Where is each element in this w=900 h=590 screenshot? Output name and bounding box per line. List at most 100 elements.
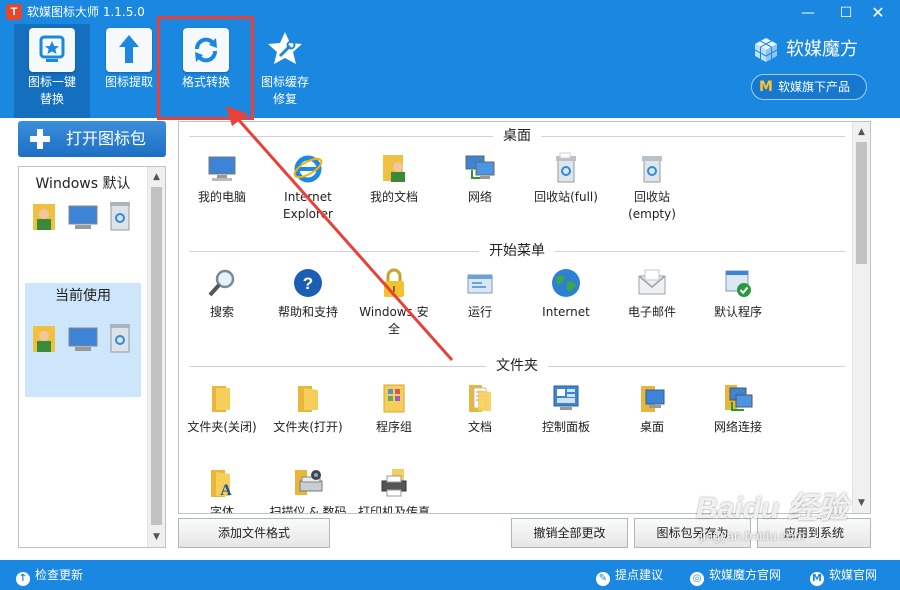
status-bar: ↑ 检查更新 ✎ 提点建议 ◎ 软媒魔方官网 M 软媒官网 (0, 560, 900, 590)
icon-item-my-computer[interactable]: 我的电脑 (182, 152, 262, 224)
computer-icon (208, 156, 236, 181)
desktop-folder-icon (641, 386, 665, 412)
brand-name: 软媒魔方 (786, 39, 858, 60)
icon-name: 桌面 (639, 420, 664, 434)
maximize-button[interactable]: ☐ (832, 2, 860, 24)
icon-item-desktop[interactable]: 桌面 (612, 382, 692, 454)
email-icon (638, 269, 666, 295)
scroll-up-arrow-icon[interactable]: ▲ (853, 124, 870, 140)
tool-icon-replace[interactable]: 图标一键 替换 (14, 24, 90, 118)
tool-format-convert[interactable]: 格式转换 (168, 24, 244, 118)
folder-closed-icon (212, 386, 230, 412)
mofang-site-link[interactable]: ◎ 软媒魔方官网 (690, 566, 781, 586)
icon-item-printers[interactable]: 打印机及传真 (354, 467, 434, 514)
icon-item-windows-security[interactable]: Windows 安全 (354, 267, 434, 339)
fonts-folder-icon: A (211, 470, 232, 499)
icon-name: 我的文档 (369, 190, 418, 204)
icon-name: 我的电脑 (197, 190, 246, 204)
icon-name: 搜索 (209, 305, 234, 319)
pack-item-windows-default[interactable]: Windows 默认 (25, 171, 141, 267)
icon-name: 运行 (467, 305, 492, 319)
icon-item-recycle-full[interactable]: 回收站(full) (526, 152, 606, 224)
icon-item-network[interactable]: 网络 (440, 152, 520, 224)
pack-list-scrollbar[interactable]: ▲ ▼ (147, 167, 165, 547)
run-icon (467, 274, 493, 294)
tool-icon-extract[interactable]: 图标提取 (91, 24, 167, 118)
pencil-icon: ✎ (596, 572, 610, 586)
scroll-down-arrow-icon[interactable]: ▼ (148, 529, 165, 545)
icon-item-program-group[interactable]: 程序组 (354, 382, 434, 454)
recycle-bin-full-icon (556, 152, 576, 183)
wrench-star-icon (262, 28, 308, 72)
icon-name: 程序组 (375, 420, 412, 434)
icon-name: 打印机及传真 (357, 505, 430, 514)
icon-name: 文件夹(关闭) (187, 420, 257, 434)
icon-name: 回收站(full) (534, 190, 598, 204)
user-documents-icon (383, 155, 405, 182)
scroll-thumb[interactable] (151, 187, 162, 525)
icon-item-control-panel[interactable]: 控制面板 (526, 382, 606, 454)
program-group-icon (383, 384, 405, 413)
suggestion-label: 提点建议 (615, 568, 664, 582)
icon-item-default-programs[interactable]: 默认程序 (698, 267, 778, 339)
suggestion-link[interactable]: ✎ 提点建议 (596, 566, 664, 586)
icon-item-internet-explorer[interactable]: Internet Explorer (268, 152, 348, 224)
cube-icon (754, 38, 778, 62)
pack-preview (25, 198, 141, 238)
section-header-folders: 文件夹 (189, 356, 845, 376)
title-bar: T 软媒图标大师 1.1.5.0 — ☐ ✕ (0, 0, 900, 24)
magnifier-icon (208, 269, 235, 297)
icon-item-run[interactable]: 运行 (440, 267, 520, 339)
mofang-m-icon: M (810, 572, 824, 586)
lock-icon (384, 268, 404, 297)
scroll-thumb[interactable] (856, 142, 867, 264)
icon-name: 字体 (209, 505, 234, 514)
section-title: 桌面 (493, 127, 541, 145)
icon-grid-scrollbar[interactable]: ▲ ▼ (852, 122, 870, 513)
icon-item-fonts[interactable]: A 字体 (182, 467, 262, 514)
products-button[interactable]: M 软媒旗下产品 (751, 74, 867, 100)
ruanmei-site-link[interactable]: M 软媒官网 (810, 566, 877, 586)
icon-item-email[interactable]: 电子邮件 (612, 267, 692, 339)
icon-item-folder-closed[interactable]: 文件夹(关闭) (182, 382, 262, 454)
icon-name: 电子邮件 (627, 305, 676, 319)
network-connections-icon (725, 385, 753, 411)
scroll-up-arrow-icon[interactable]: ▲ (148, 169, 165, 185)
tool-label: 格式转换 (181, 75, 230, 89)
check-update-link[interactable]: ↑ 检查更新 (16, 566, 84, 586)
check-update-label: 检查更新 (35, 568, 84, 582)
close-button[interactable]: ✕ (864, 2, 892, 24)
icon-item-search[interactable]: 搜索 (182, 267, 262, 339)
icon-item-documents[interactable]: 文档 (440, 382, 520, 454)
app-title: 软媒图标大师 1.1.5.0 (27, 5, 145, 19)
icon-item-scanner[interactable]: 扫描仪 & 数码 (268, 467, 348, 513)
section-title: 开始菜单 (479, 242, 555, 260)
icon-item-internet[interactable]: Internet (526, 267, 606, 339)
scroll-down-arrow-icon[interactable]: ▼ (853, 495, 870, 511)
network-icon (465, 155, 495, 179)
pack-preview-icons (33, 202, 130, 231)
icon-item-network-connections[interactable]: 网络连接 (698, 382, 778, 454)
minimize-button[interactable]: — (794, 2, 822, 24)
icon-item-folder-open[interactable]: 文件夹(打开) (268, 382, 348, 454)
tool-label: 图标缓存 修复 (260, 75, 309, 106)
apply-system-button[interactable]: 应用到系统 (757, 518, 871, 548)
save-pack-button[interactable]: 图标包另存为 (634, 518, 751, 548)
icon-name: Windows 安全 (359, 305, 429, 336)
open-icon-pack-button[interactable]: 打开图标包 (18, 121, 166, 157)
svg-text:?: ? (303, 274, 313, 293)
icon-name: Internet Explorer (283, 190, 333, 221)
icon-name: 帮助和支持 (277, 305, 338, 319)
icon-item-recycle-empty[interactable]: 回收站(empty) (612, 152, 692, 224)
svg-text:A: A (220, 482, 232, 499)
tool-cache-repair[interactable]: 图标缓存 修复 (247, 24, 323, 118)
tool-label: 图标一键 替换 (27, 75, 76, 106)
icon-item-my-documents[interactable]: 我的文档 (354, 152, 434, 224)
icon-item-help[interactable]: ? 帮助和支持 (268, 267, 348, 339)
add-format-button[interactable]: 添加文件格式 (178, 518, 330, 548)
documents-folder-icon (469, 385, 491, 412)
control-panel-icon (553, 385, 579, 410)
plus-icon (30, 129, 50, 149)
undo-all-button[interactable]: 撤销全部更改 (511, 518, 628, 548)
pack-item-current[interactable]: 当前使用 (25, 283, 141, 397)
